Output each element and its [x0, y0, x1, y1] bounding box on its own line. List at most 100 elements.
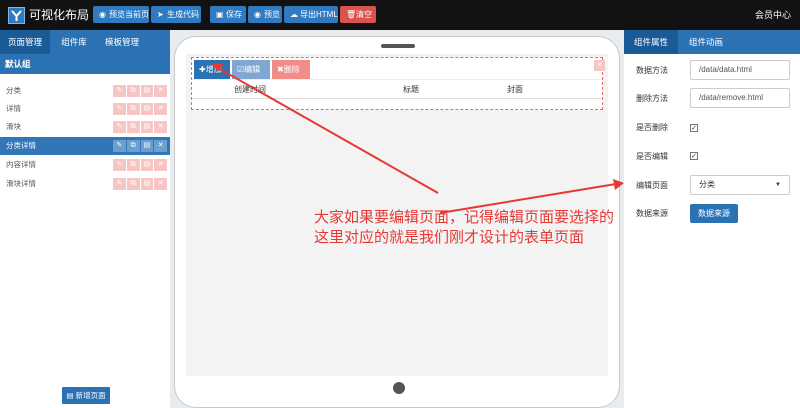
tab-component-properties[interactable]: 组件属性 [624, 30, 678, 54]
app-logo-icon [8, 7, 25, 24]
copy-icon[interactable]: ⧉ [126, 178, 140, 190]
top-bar: 可视化布局 ◉ 预览当前页 ➤ 生成代码 ▣ 保存 ◉ 预览 ☁ 导出HTML 🗑清空 会… [0, 0, 800, 30]
annotation-line-1: 大家如果要编辑页面，记得编辑页面要选择的 [314, 208, 615, 226]
new-page-label: 新增页面 [75, 391, 106, 400]
add-label: 增加 [205, 65, 222, 74]
tab-component-library[interactable]: 组件库 [54, 30, 94, 54]
preview-current-label: 预览当前页 [109, 10, 149, 19]
add-button[interactable]: ✚增加 [194, 60, 230, 79]
delete-method-label: 删除方法 [636, 94, 668, 103]
preview-label: 预览 [264, 10, 280, 19]
column-header: 封面 [507, 85, 523, 94]
data-method-input[interactable]: /data/data.html [690, 60, 790, 80]
column-header: 创建时间 [234, 85, 266, 94]
copy-icon[interactable]: ⧉ [126, 121, 140, 133]
device-speaker [381, 44, 415, 48]
eye-icon: ◉ [254, 10, 261, 19]
settings-icon[interactable]: ▤ [140, 103, 154, 115]
settings-icon[interactable]: ▤ [140, 121, 154, 133]
page-group-header[interactable]: 默认组 [0, 54, 170, 74]
can-edit-label: 是否编辑 [636, 152, 668, 161]
edit-label: 编辑 [244, 65, 261, 74]
save-icon: ▣ [216, 10, 224, 19]
checkmark-icon: ✓ [691, 125, 697, 132]
new-page-button[interactable]: ▤ 新增页面 [62, 387, 110, 404]
page-item-label: 详情 [6, 104, 21, 113]
page-item-label: 分类详情 [6, 141, 36, 150]
table-header: 创建时间 标题 封面 [192, 79, 602, 99]
checkmark-icon: ✓ [691, 153, 697, 160]
tab-template-management[interactable]: 模板管理 [98, 30, 146, 54]
delete-icon[interactable]: ✕ [154, 159, 167, 171]
can-delete-checkbox[interactable]: ✓ [690, 124, 698, 132]
page-item-label: 滑块详情 [6, 179, 36, 188]
settings-icon[interactable]: ▤ [140, 140, 154, 152]
edit-button[interactable]: ☑编辑 [232, 60, 270, 79]
settings-icon[interactable]: ▤ [140, 178, 154, 190]
column-header: 标题 [403, 85, 419, 94]
delete-icon[interactable]: ✕ [154, 140, 167, 152]
copy-icon[interactable]: ⧉ [126, 159, 140, 171]
clear-button[interactable]: 🗑清空 [340, 6, 376, 23]
delete-icon[interactable]: ✕ [154, 103, 167, 115]
page-item-label: 分类 [6, 86, 21, 95]
page-item[interactable]: 详情 ✎ ⧉ ▤ ✕ [0, 100, 170, 118]
settings-icon[interactable]: ▤ [140, 159, 154, 171]
page-item-label: 内容详情 [6, 160, 36, 169]
page-item[interactable]: 分类 ✎ ⧉ ▤ ✕ [0, 82, 170, 100]
plus-icon: ✚ [199, 65, 206, 74]
page-item-label: 滑块 [6, 122, 21, 131]
delete-button[interactable]: ✖删除 [272, 60, 310, 79]
tab-page-management[interactable]: 页面管理 [0, 30, 50, 54]
data-source-button[interactable]: 数据来源 [690, 204, 738, 223]
caret-down-icon: ▼ [775, 182, 781, 188]
generate-code-button[interactable]: ➤ 生成代码 [151, 6, 201, 23]
clear-label: 清空 [356, 10, 372, 19]
page-icon: ▤ [66, 391, 76, 400]
annotation-line-2: 这里对应的就是我们刚才设计的表单页面 [314, 228, 585, 246]
save-button[interactable]: ▣ 保存 [210, 6, 246, 23]
can-edit-checkbox[interactable]: ✓ [690, 152, 698, 160]
page-item[interactable]: 滑块详情 ✎ ⧉ ▤ ✕ [0, 175, 170, 193]
export-html-button[interactable]: ☁ 导出HTML [284, 6, 338, 23]
member-center-link[interactable]: 会员中心 [755, 9, 791, 21]
edit-icon[interactable]: ✎ [113, 121, 126, 133]
preview-button[interactable]: ◉ 预览 [248, 6, 282, 23]
send-icon: ➤ [157, 10, 164, 19]
tab-component-animation[interactable]: 组件动画 [682, 30, 730, 54]
copy-icon[interactable]: ⧉ [126, 140, 140, 152]
edit-icon[interactable]: ✎ [113, 159, 126, 171]
edit-page-value: 分类 [699, 180, 715, 189]
close-icon: ✖ [277, 65, 284, 74]
generate-code-label: 生成代码 [167, 10, 199, 19]
data-method-label: 数据方法 [636, 66, 668, 75]
save-label: 保存 [226, 10, 242, 19]
preview-current-page-button[interactable]: ◉ 预览当前页 [93, 6, 149, 23]
delete-method-input[interactable]: /data/remove.html [690, 88, 790, 108]
edit-icon[interactable]: ✎ [113, 140, 126, 152]
remove-widget-icon[interactable]: ✕ [594, 60, 605, 71]
copy-icon[interactable]: ⧉ [126, 85, 140, 97]
cloud-download-icon: ☁ [290, 10, 298, 19]
settings-icon[interactable]: ▤ [140, 85, 154, 97]
edit-icon[interactable]: ✎ [113, 85, 126, 97]
delete-icon[interactable]: ✕ [154, 121, 167, 133]
edit-icon[interactable]: ✎ [113, 103, 126, 115]
page-item[interactable]: 内容详情 ✎ ⧉ ▤ ✕ [0, 156, 170, 174]
device-home-button [393, 382, 405, 394]
table-widget[interactable]: ✚增加 ☑编辑 ✖删除 ✕ 创建时间 标题 封面 [191, 57, 605, 110]
copy-icon[interactable]: ⧉ [126, 103, 140, 115]
edit-icon[interactable]: ✎ [113, 178, 126, 190]
right-tabs: 组件属性 组件动画 [624, 30, 800, 54]
page-item[interactable]: 滑块 ✎ ⧉ ▤ ✕ [0, 118, 170, 136]
page-item-selected[interactable]: 分类详情 ✎ ⧉ ▤ ✕ [0, 137, 170, 155]
delete-label: 删除 [283, 65, 300, 74]
trash-icon: 🗑 [346, 10, 357, 19]
delete-icon[interactable]: ✕ [154, 85, 167, 97]
eye-icon: ◉ [99, 10, 106, 19]
export-html-label: 导出HTML [300, 10, 338, 19]
edit-page-select[interactable]: 分类 ▼ [690, 175, 790, 195]
left-tabs: 页面管理 组件库 模板管理 [0, 30, 170, 54]
delete-icon[interactable]: ✕ [154, 178, 167, 190]
app-title: 可视化布局 [29, 8, 90, 22]
